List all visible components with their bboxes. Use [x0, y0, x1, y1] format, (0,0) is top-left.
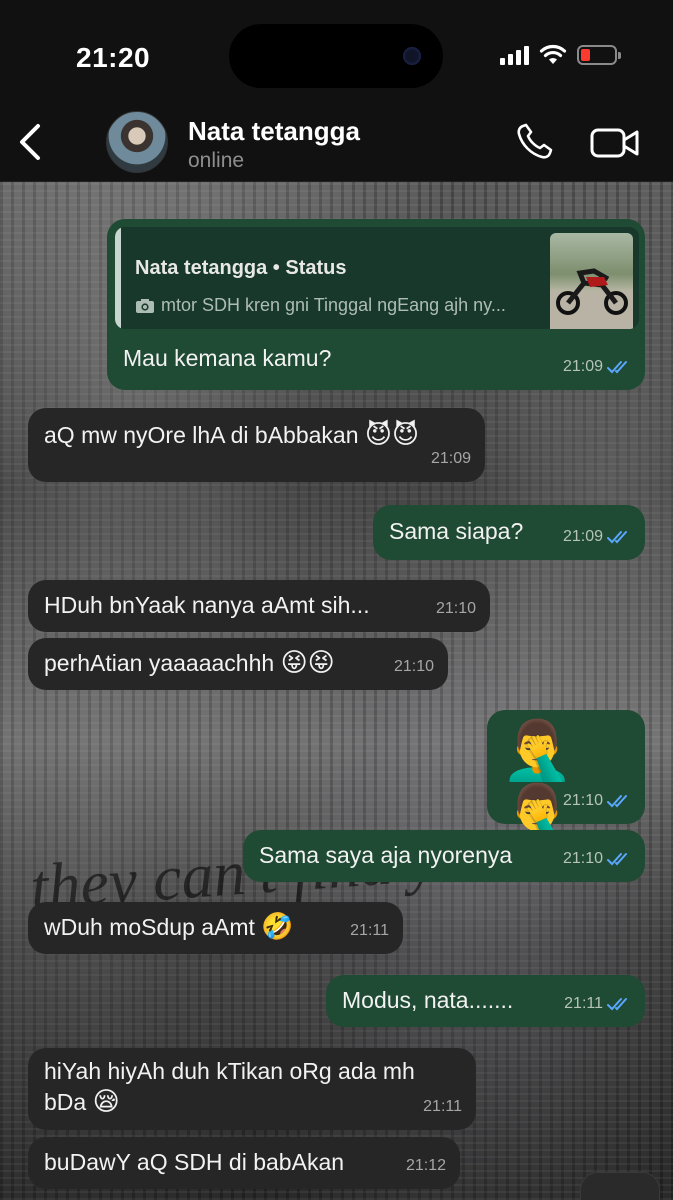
quoted-status-text: mtor SDH kren gni Tinggal ngEang ajh ny.…	[161, 295, 506, 315]
message-text: Sama saya aja nyorenya	[259, 842, 513, 868]
message-time: 21:10	[562, 850, 603, 867]
message-bubble-outgoing[interactable]: Sama siapa? 21:09	[373, 505, 645, 560]
message-text: wDuh moSdup aAmt	[44, 914, 255, 940]
wifi-icon	[539, 44, 567, 64]
message-text: perhAtian yaaaaachhh	[44, 650, 275, 676]
message-text: buDawY aQ SDH di babAkan	[44, 1149, 345, 1175]
message-bubble-incoming[interactable]: HDuh bnYaak nanya aAmt sih... 21:10	[28, 580, 490, 632]
message-time: 21:11	[350, 922, 389, 939]
message-time: 21:10	[393, 658, 434, 675]
avatar[interactable]	[106, 111, 168, 173]
chat-area[interactable]: they can't find you in Nata tetangga • S…	[0, 182, 673, 1200]
message-time: 21:10	[562, 792, 603, 809]
message-emoji: 😪	[92, 1087, 120, 1117]
front-camera-icon	[403, 47, 421, 65]
message-time: 21:09	[562, 358, 603, 375]
message-time: 21:11	[423, 1098, 462, 1115]
message-text-line2: bDa	[44, 1089, 87, 1115]
phone-icon[interactable]	[514, 122, 554, 162]
message-text: Mau kemana kamu?	[123, 345, 332, 371]
message-emoji: 🤦‍♂️🤦‍♂️	[501, 716, 574, 848]
double-check-icon	[607, 794, 627, 807]
message-text: Modus, nata.......	[342, 987, 514, 1013]
message-bubble-incoming[interactable]: buDawY aQ SDH di babAkan 21:12	[28, 1137, 460, 1189]
scroll-down-button[interactable]	[580, 1172, 660, 1200]
contact-name[interactable]: Nata tetangga	[188, 116, 360, 147]
message-text: hiYah hiyAh duh kTikan oRg ada mh	[44, 1058, 415, 1084]
message-text: aQ mw nyOre lhA di bAbbakan	[44, 422, 359, 448]
message-bubble-outgoing[interactable]: Modus, nata....... 21:11	[326, 975, 645, 1027]
message-time: 21:10	[435, 600, 476, 617]
message-bubble-outgoing[interactable]: Sama saya aja nyorenya 21:10	[243, 830, 645, 882]
quoted-status-title: Nata tetangga • Status	[135, 257, 347, 279]
message-time: 21:12	[405, 1157, 446, 1174]
status-bar: 21:20	[0, 0, 673, 100]
chat-header: Nata tetangga online	[0, 100, 673, 182]
dynamic-island	[229, 24, 443, 88]
status-icons	[500, 44, 621, 66]
message-time: 21:09	[430, 450, 471, 467]
double-check-icon	[607, 530, 627, 543]
status-time: 21:20	[76, 42, 151, 73]
message-bubble-incoming[interactable]: aQ mw nyOre lhA di bAbbakan 😈😈 21:09	[28, 408, 485, 482]
message-text: HDuh bnYaak nanya aAmt sih...	[44, 592, 370, 618]
message-emoji: 😝😝	[280, 648, 335, 678]
status-thumbnail	[550, 233, 633, 329]
message-bubble-outgoing[interactable]: Nata tetangga • Status mtor SDH kren gni…	[107, 219, 645, 390]
double-check-icon	[607, 997, 627, 1010]
video-camera-icon[interactable]	[590, 126, 640, 160]
battery-icon	[577, 45, 621, 65]
message-text: Sama siapa?	[389, 518, 524, 544]
message-emoji: 😈😈	[364, 420, 420, 450]
contact-status: online	[188, 149, 245, 172]
double-check-icon	[607, 360, 627, 373]
message-bubble-incoming[interactable]: hiYah hiyAh duh kTikan oRg ada mh bDa 😪 …	[28, 1048, 476, 1130]
message-bubble-incoming[interactable]: perhAtian yaaaaachhh 😝😝 21:10	[28, 638, 448, 690]
double-check-icon	[607, 852, 627, 865]
quoted-status[interactable]: Nata tetangga • Status mtor SDH kren gni…	[115, 227, 639, 329]
message-bubble-incoming[interactable]: wDuh moSdup aAmt 🤣 21:11	[28, 902, 403, 954]
message-time: 21:11	[564, 995, 603, 1012]
message-time: 21:09	[562, 528, 603, 545]
message-emoji: 🤣	[261, 912, 294, 942]
back-chevron-icon[interactable]	[14, 122, 48, 162]
message-bubble-outgoing[interactable]: 🤦‍♂️🤦‍♂️ 21:10	[487, 710, 645, 846]
signal-icon	[500, 45, 529, 65]
camera-icon	[136, 299, 154, 313]
